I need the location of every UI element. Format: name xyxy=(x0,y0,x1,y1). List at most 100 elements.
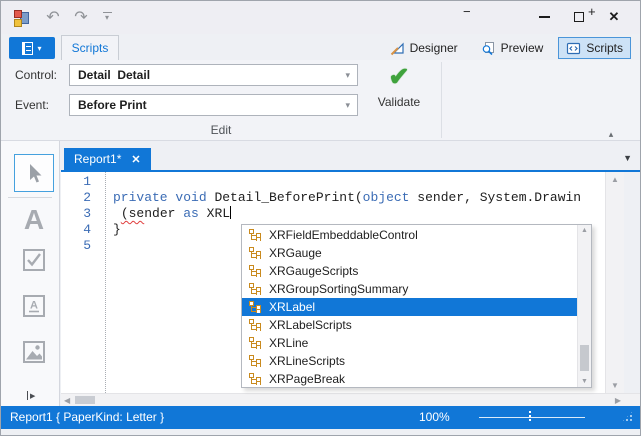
close-button[interactable]: ✕ xyxy=(602,5,626,29)
class-icon xyxy=(249,229,261,241)
label-tool-button[interactable]: A xyxy=(18,203,50,237)
app-icon-red-square xyxy=(14,10,22,18)
validate-check-icon: ✔ xyxy=(389,62,410,92)
tab-scripts[interactable]: Scripts xyxy=(61,35,119,60)
zoom-slider-thumb[interactable] xyxy=(529,411,531,423)
preview-icon xyxy=(481,41,496,56)
expand-right-icon: ▶ xyxy=(30,392,35,400)
chevron-down-icon: ▾ xyxy=(37,44,41,53)
application-menu-button[interactable]: ▾ xyxy=(9,37,55,59)
designer-view-label: Designer xyxy=(410,41,458,55)
richtext-tool-button[interactable]: A xyxy=(18,291,50,321)
editor-horizontal-scrollbar[interactable]: ◀ ▶ xyxy=(61,393,640,406)
autocomplete-item-label: XRLineScripts xyxy=(269,354,345,368)
autocomplete-scrollbar[interactable]: ▲ ▼ xyxy=(577,225,591,387)
label-tool-icon: A xyxy=(24,204,44,236)
autocomplete-item[interactable]: XRGauge xyxy=(242,244,577,262)
validate-button[interactable]: ✔ Validate xyxy=(371,62,427,128)
designer-view-button[interactable]: Designer xyxy=(382,37,466,59)
autocomplete-item[interactable]: XRFieldEmbeddableControl xyxy=(242,226,577,244)
zoom-slider-track[interactable] xyxy=(479,417,585,418)
ribbon-group-label: Edit xyxy=(1,123,441,137)
tab-list-dropdown-button[interactable]: ▼ xyxy=(623,153,632,163)
tab-close-icon[interactable]: ✕ xyxy=(131,153,140,166)
line-number: 1 xyxy=(61,174,99,190)
hscroll-thumb[interactable] xyxy=(75,396,95,404)
document-tab-strip: Report1* ✕ ▼ xyxy=(61,148,640,172)
control-combobox-value: Detail Detail xyxy=(78,65,150,85)
view-switch-buttons: Designer Preview Scripts xyxy=(382,37,631,59)
picture-tool-button[interactable] xyxy=(18,337,50,367)
ribbon-group-separator xyxy=(441,62,442,138)
scroll-right-icon[interactable]: ▶ xyxy=(615,396,621,405)
autocomplete-item[interactable]: XRGaugeScripts xyxy=(242,262,577,280)
document-tab-report1[interactable]: Report1* ✕ xyxy=(64,148,151,170)
control-label: Control: xyxy=(15,68,57,82)
autocomplete-item-label: XRPageBreak xyxy=(269,372,345,386)
autocomplete-item-label: XRGauge xyxy=(269,246,322,260)
chevron-up-icon: ▴ xyxy=(609,129,614,139)
collapse-ribbon-button[interactable]: ▴ xyxy=(601,129,621,141)
redo-button[interactable]: ↷ xyxy=(69,6,93,28)
line-number: 3 xyxy=(61,206,99,222)
autocomplete-item[interactable]: XRGroupSortingSummary xyxy=(242,280,577,298)
line-number: 4 xyxy=(61,222,99,238)
autocomplete-list: XRFieldEmbeddableControl XRGauge XRGaugeSc… xyxy=(242,225,577,387)
scroll-up-icon[interactable]: ▲ xyxy=(606,175,624,184)
checkbox-tool-button[interactable] xyxy=(18,245,50,275)
class-icon xyxy=(249,355,261,367)
picture-icon xyxy=(22,340,46,364)
validate-button-label: Validate xyxy=(378,95,420,109)
splitter-bar-icon xyxy=(27,391,28,400)
autocomplete-item-label: XRGroupSortingSummary xyxy=(269,282,408,296)
quick-access-overflow-button[interactable]: ▾ xyxy=(101,10,113,24)
preview-view-label: Preview xyxy=(501,41,544,55)
maximize-icon xyxy=(574,12,584,22)
class-icon xyxy=(249,337,261,349)
redo-icon: ↷ xyxy=(74,7,87,27)
control-combobox[interactable]: Detail Detail ▾ xyxy=(69,64,358,86)
scroll-down-icon[interactable]: ▼ xyxy=(606,381,624,390)
autocomplete-item-label: XRLine xyxy=(269,336,308,350)
code-text: } xyxy=(99,222,121,238)
code-line: 1 xyxy=(61,174,605,190)
autocomplete-item[interactable]: XRPageBreak xyxy=(242,370,577,387)
minimize-icon xyxy=(539,16,550,18)
scripts-view-button[interactable]: Scripts xyxy=(558,37,631,59)
autocomplete-item[interactable]: XRLineScripts xyxy=(242,352,577,370)
preview-view-button[interactable]: Preview xyxy=(473,37,552,59)
event-label: Event: xyxy=(15,98,49,112)
minimize-button[interactable] xyxy=(532,5,556,29)
chevron-down-icon: ▾ xyxy=(345,65,350,85)
autocomplete-item[interactable]: XRLabelScripts xyxy=(242,316,577,334)
editor-vertical-scrollbar[interactable]: ▲ ▼ xyxy=(605,172,624,393)
text-caret xyxy=(230,206,231,219)
scroll-up-icon[interactable]: ▲ xyxy=(578,227,591,234)
code-text xyxy=(99,174,113,190)
scroll-left-icon[interactable]: ◀ xyxy=(64,396,70,405)
tab-scripts-label: Scripts xyxy=(72,41,109,55)
close-icon: ✕ xyxy=(609,9,620,25)
line-number: 5 xyxy=(61,238,99,254)
class-icon xyxy=(249,319,261,331)
zoom-in-button[interactable]: + xyxy=(588,4,596,19)
scripts-icon xyxy=(566,41,581,56)
scroll-down-icon[interactable]: ▼ xyxy=(578,378,591,385)
event-combobox[interactable]: Before Print ▾ xyxy=(69,94,358,116)
code-line: 2private void Detail_BeforePrint(object … xyxy=(61,190,605,206)
ribbon-group-edit: Control: Detail Detail ▾ Event: Before P… xyxy=(1,60,640,141)
zoom-out-button[interactable]: − xyxy=(463,4,471,19)
autocomplete-item-label: XRLabelScripts xyxy=(269,318,352,332)
report-designer-window: ↶ ↷ ▾ ✕ ▾ Scripts Designer Preview xyxy=(0,0,641,436)
autocomplete-item[interactable]: XRLine xyxy=(242,334,577,352)
class-icon xyxy=(249,301,261,313)
code-line: 3 (sender as XRL xyxy=(61,206,605,222)
autocomplete-scroll-thumb[interactable] xyxy=(580,345,589,371)
autocomplete-item-label: XRGaugeScripts xyxy=(269,264,358,278)
pointer-tool-button[interactable] xyxy=(14,154,54,192)
class-icon xyxy=(249,265,261,277)
autocomplete-item-label: XRLabel xyxy=(269,300,315,314)
autocomplete-item-selected[interactable]: XRLabel xyxy=(242,298,577,316)
toolbox-expand-button[interactable]: ▶ xyxy=(27,391,35,400)
undo-button[interactable]: ↶ xyxy=(41,6,65,28)
